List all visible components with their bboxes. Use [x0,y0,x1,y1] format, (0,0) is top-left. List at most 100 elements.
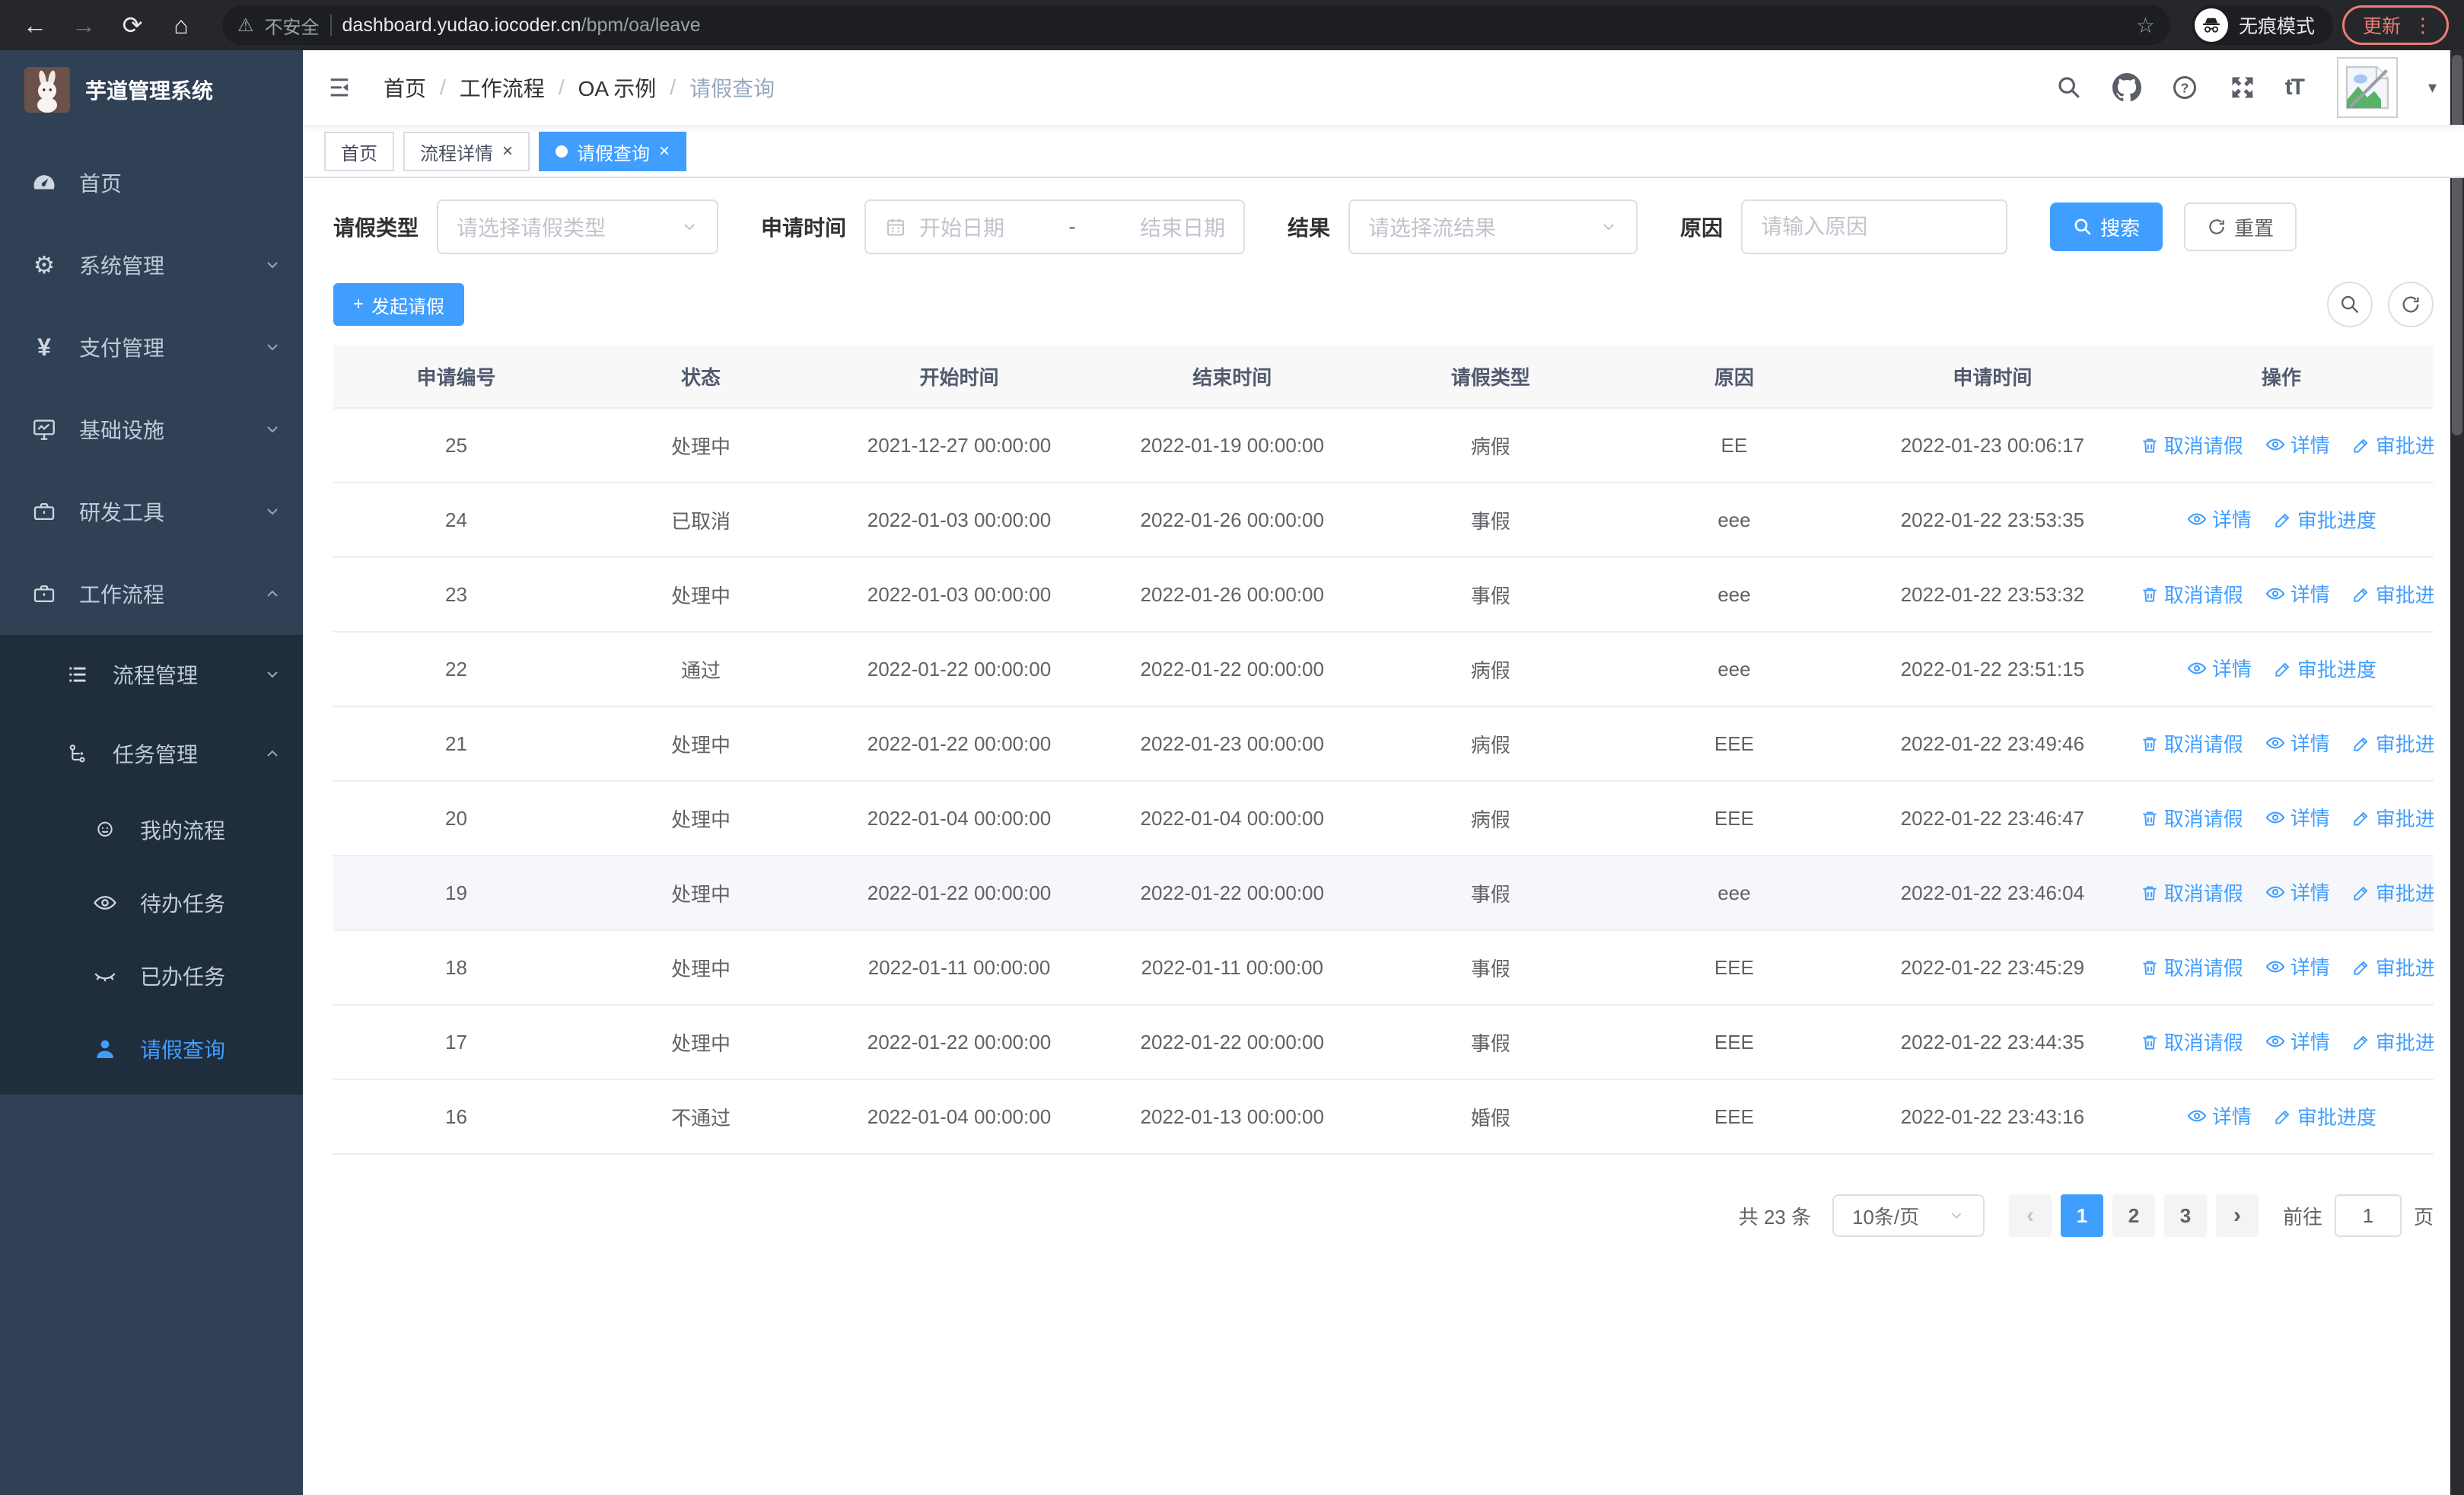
table-cell: 2022-01-22 23:44:35 [1855,1005,2129,1080]
action-cancel-leave[interactable]: 取消请假 [2140,580,2243,608]
apply-time-range-picker[interactable]: 开始日期 - 结束日期 [864,199,1246,254]
tab-process-detail[interactable]: 流程详情 × [403,132,530,171]
sidebar-item-infra[interactable]: 基础设施 [0,388,303,470]
page-button-3[interactable]: 3 [2163,1194,2207,1237]
browser-forward-icon[interactable]: → [64,5,103,45]
action-detail[interactable]: 详情 [2186,654,2252,682]
tab-leave-query[interactable]: 请假查询 × [539,132,687,171]
eye-open-icon [91,889,119,916]
table-cell: 24 [333,483,579,558]
page-button-2[interactable]: 2 [2112,1194,2155,1237]
sidebar-item-task-mgmt[interactable]: 任务管理 [0,714,303,793]
table-cell: EEE [1612,930,1856,1006]
refresh-table-button[interactable] [2388,282,2434,327]
scrollbar[interactable] [2450,50,2464,1495]
action-cancel-leave[interactable]: 取消请假 [2140,1028,2243,1056]
action-cancel-leave[interactable]: 取消请假 [2140,729,2243,757]
breadcrumb-item[interactable]: OA 示例 [578,72,657,103]
sidebar-item-system[interactable]: ⚙ 系统管理 [0,224,303,306]
goto-page-input[interactable] [2334,1194,2402,1237]
action-approval-progress[interactable]: 审批进度 [2273,1102,2376,1130]
caret-down-icon[interactable]: ▾ [2428,78,2437,97]
toggle-search-button[interactable] [2327,282,2373,327]
action-approval-progress[interactable]: 审批进度 [2351,878,2434,907]
action-approval-progress[interactable]: 审批进度 [2351,953,2434,981]
browser-update-button[interactable]: 更新 ⋮ [2341,5,2449,45]
bookmark-star-icon[interactable]: ☆ [2136,13,2155,38]
table-cell: 2022-01-22 23:51:15 [1855,632,2129,707]
filter-label-apply-time: 申请时间 [761,216,847,240]
action-detail[interactable]: 详情 [2186,505,2252,533]
browser-reload-icon[interactable]: ⟳ [113,5,152,45]
start-date-placeholder: 开始日期 [919,216,1005,240]
close-icon[interactable]: × [502,141,513,162]
table-row: 18 处理中 2022-01-11 00:00:00 2022-01-11 00:00… [333,930,2434,1006]
action-approval-progress[interactable]: 审批进度 [2351,729,2434,757]
close-icon[interactable]: × [659,141,670,162]
font-size-icon[interactable]: tT [2285,75,2305,100]
action-detail[interactable]: 详情 [2265,430,2330,458]
address-bar[interactable]: ⚠ 不安全 dashboard.yudao.iocoder.cn/bpm/oa/… [222,5,2170,45]
action-approval-progress[interactable]: 审批进度 [2273,655,2376,683]
security-label[interactable]: 不安全 [265,12,320,39]
action-cancel-leave[interactable]: 取消请假 [2140,804,2243,832]
sidebar-fold-icon[interactable] [326,71,359,104]
action-detail[interactable]: 详情 [2265,728,2330,757]
row-actions: 取消请假详情审批进度 [2128,930,2434,1006]
table-cell: 病假 [1368,632,1612,707]
help-icon[interactable]: ? [2170,72,2200,103]
browser-home-icon[interactable]: ⌂ [161,5,201,45]
tab-home[interactable]: 首页 [324,132,394,171]
yen-icon: ¥ [37,333,51,361]
github-icon[interactable] [2112,72,2142,103]
action-approval-progress[interactable]: 审批进度 [2273,505,2376,534]
sidebar-item-leave-query[interactable]: 请假查询 [0,1012,303,1085]
table-cell: EE [1612,408,1856,483]
action-detail[interactable]: 详情 [2186,1101,2252,1130]
browser-back-icon[interactable]: ← [15,5,55,45]
warning-icon: ⚠ [237,14,254,36]
page-button-1[interactable]: 1 [2060,1194,2103,1237]
avatar[interactable] [2336,57,2398,118]
action-detail[interactable]: 详情 [2265,579,2330,607]
breadcrumb-item[interactable]: 首页 [384,72,426,103]
action-approval-progress[interactable]: 审批进度 [2351,431,2434,459]
sidebar-item-workflow[interactable]: 工作流程 [0,553,303,635]
sidebar-item-process-mgmt[interactable]: 流程管理 [0,635,303,714]
action-cancel-leave[interactable]: 取消请假 [2140,878,2243,907]
sidebar-item-payment[interactable]: ¥ 支付管理 [0,306,303,388]
leave-type-select[interactable]: 请选择请假类型 [437,199,719,254]
sidebar-item-devtools[interactable]: 研发工具 [0,470,303,553]
search-button[interactable]: 搜索 [2050,202,2163,251]
table-cell: 2022-01-22 23:45:29 [1855,930,2129,1006]
action-detail[interactable]: 详情 [2265,803,2330,831]
action-detail[interactable]: 详情 [2265,952,2330,980]
action-approval-progress[interactable]: 审批进度 [2351,804,2434,832]
next-page-button[interactable]: › [2215,1194,2259,1237]
sidebar-logo[interactable]: 芋道管理系统 [0,62,303,117]
action-detail[interactable]: 详情 [2265,1027,2330,1055]
prev-page-button[interactable]: ‹ [2008,1194,2052,1237]
monitor-chart-icon [30,416,58,443]
breadcrumb-item[interactable]: 工作流程 [460,72,545,103]
action-approval-progress[interactable]: 审批进度 [2351,1028,2434,1056]
sidebar-item-home[interactable]: 首页 [0,142,303,224]
browser-menu-icon[interactable]: ⋮ [2413,14,2433,37]
sidebar-item-my-process[interactable]: 我的流程 [0,793,303,866]
create-leave-button[interactable]: + 发起请假 [333,283,465,326]
reset-button[interactable]: 重置 [2184,202,2297,251]
sidebar-item-done-tasks[interactable]: 已办任务 [0,939,303,1012]
sidebar-item-todo-tasks[interactable]: 待办任务 [0,866,303,939]
screen: ← → ⟳ ⌂ ⚠ 不安全 dashboard.yudao.iocoder.cn… [0,0,2464,1495]
action-cancel-leave[interactable]: 取消请假 [2140,953,2243,981]
result-select[interactable]: 请选择流结果 [1348,199,1638,254]
action-detail[interactable]: 详情 [2265,878,2330,906]
table-cell: 2022-01-04 00:00:00 [823,1079,1096,1155]
fullscreen-icon[interactable] [2227,72,2258,103]
table-cell: eee [1612,856,1856,931]
reason-input[interactable] [1761,215,1988,239]
page-size-select[interactable]: 10条/页 [1832,1194,1985,1237]
search-icon[interactable] [2054,72,2084,103]
action-approval-progress[interactable]: 审批进度 [2351,580,2434,608]
action-cancel-leave[interactable]: 取消请假 [2140,431,2243,459]
